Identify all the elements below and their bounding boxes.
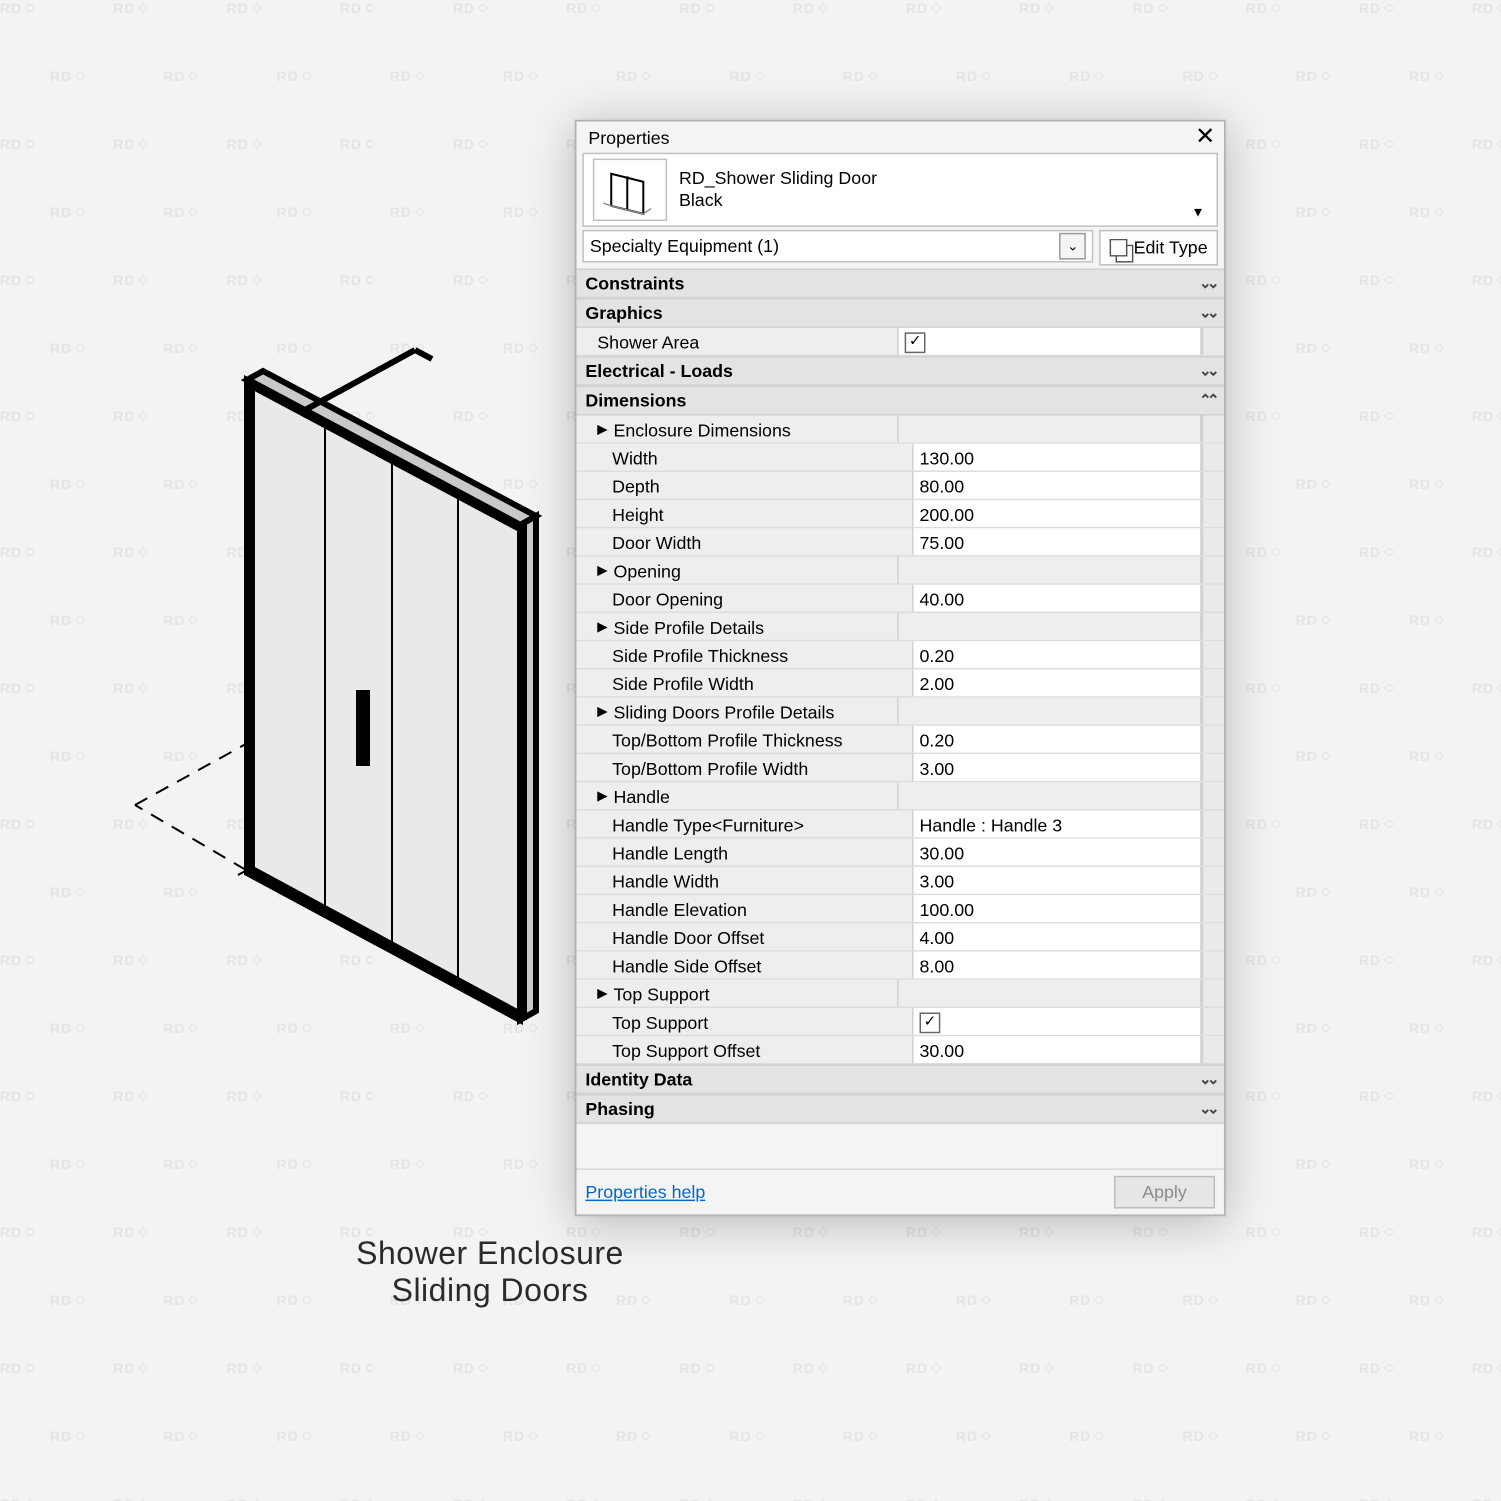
expand-icon: ▶ (597, 563, 607, 579)
param-handle-elevation: Handle Elevation100.00 (576, 895, 1223, 923)
param-door-opening: Door Opening40.00 (576, 585, 1223, 613)
group-sliding-profile[interactable]: ▶Sliding Doors Profile Details (576, 698, 1223, 726)
param-depth: Depth80.00 (576, 472, 1223, 500)
group-side-profile[interactable]: ▶Side Profile Details (576, 613, 1223, 641)
chevron-down-icon[interactable]: ⌄ (1059, 233, 1086, 260)
type-name: Black (679, 190, 877, 212)
type-selector[interactable]: RD_Shower Sliding Door Black ▼ (582, 153, 1218, 227)
category-dimensions[interactable]: Dimensions⌃⌃ (576, 386, 1223, 416)
type-names: RD_Shower Sliding Door Black (679, 168, 877, 213)
category-graphics[interactable]: Graphics⌄⌄ (576, 298, 1223, 328)
param-shower-area[interactable]: Shower Area ✓ (576, 328, 1223, 356)
type-thumbnail (593, 159, 667, 221)
family-name: RD_Shower Sliding Door (679, 168, 877, 190)
group-opening[interactable]: ▶Opening (576, 557, 1223, 585)
param-handle-width: Handle Width3.00 (576, 867, 1223, 895)
checkbox-checked-icon[interactable]: ✓ (905, 332, 926, 353)
edit-type-icon (1110, 239, 1128, 257)
param-door-width: Door Width75.00 (576, 528, 1223, 556)
chevron-down-icon[interactable]: ▼ (1191, 205, 1204, 220)
apply-button[interactable]: Apply (1114, 1176, 1215, 1209)
param-handle-length: Handle Length30.00 (576, 839, 1223, 867)
param-top-support: Top Support✓ (576, 1008, 1223, 1036)
category-selector[interactable]: Specialty Equipment (1) ⌄ (582, 230, 1093, 263)
edit-type-button[interactable]: Edit Type (1099, 230, 1218, 266)
category-constraints[interactable]: Constraints⌄⌄ (576, 269, 1223, 299)
param-handle-type: Handle Type<Furniture>Handle : Handle 3 (576, 811, 1223, 839)
expand-icon: ▶ (597, 704, 607, 720)
category-phasing[interactable]: Phasing⌄⌄ (576, 1094, 1223, 1124)
param-side-thickness: Side Profile Thickness0.20 (576, 641, 1223, 669)
product-title-line1: Shower Enclosure (300, 1235, 680, 1272)
param-top-support-offset: Top Support Offset30.00 (576, 1036, 1223, 1064)
expand-icon: ▶ (597, 421, 607, 437)
param-tb-thickness: Top/Bottom Profile Thickness0.20 (576, 726, 1223, 754)
checkbox-checked-icon[interactable]: ✓ (920, 1012, 941, 1033)
param-side-width: Side Profile Width2.00 (576, 669, 1223, 697)
param-tb-width: Top/Bottom Profile Width3.00 (576, 754, 1223, 782)
panel-title: Properties (588, 127, 669, 148)
param-width: Width130.00 (576, 444, 1223, 472)
edit-type-label: Edit Type (1134, 237, 1208, 258)
properties-help-link[interactable]: Properties help (585, 1182, 705, 1203)
group-enclosure-dimensions[interactable]: ▶Enclosure Dimensions (576, 416, 1223, 444)
group-top-support[interactable]: ▶Top Support (576, 980, 1223, 1008)
category-selector-label: Specialty Equipment (1) (590, 236, 779, 257)
product-title-line2: Sliding Doors (300, 1272, 680, 1309)
param-height: Height200.00 (576, 500, 1223, 528)
expand-icon: ▶ (597, 619, 607, 635)
close-icon[interactable]: ✕ (1195, 129, 1215, 147)
properties-panel: Properties ✕ RD_Shower Sliding Door Blac… (575, 120, 1225, 1216)
product-title: Shower Enclosure Sliding Doors (300, 1235, 680, 1309)
group-handle[interactable]: ▶Handle (576, 782, 1223, 810)
expand-icon: ▶ (597, 986, 607, 1002)
category-electrical[interactable]: Electrical - Loads⌄⌄ (576, 356, 1223, 386)
category-identity[interactable]: Identity Data⌄⌄ (576, 1064, 1223, 1094)
expand-icon: ▶ (597, 788, 607, 804)
param-handle-side-offset: Handle Side Offset8.00 (576, 952, 1223, 980)
param-handle-door-offset: Handle Door Offset4.00 (576, 923, 1223, 951)
